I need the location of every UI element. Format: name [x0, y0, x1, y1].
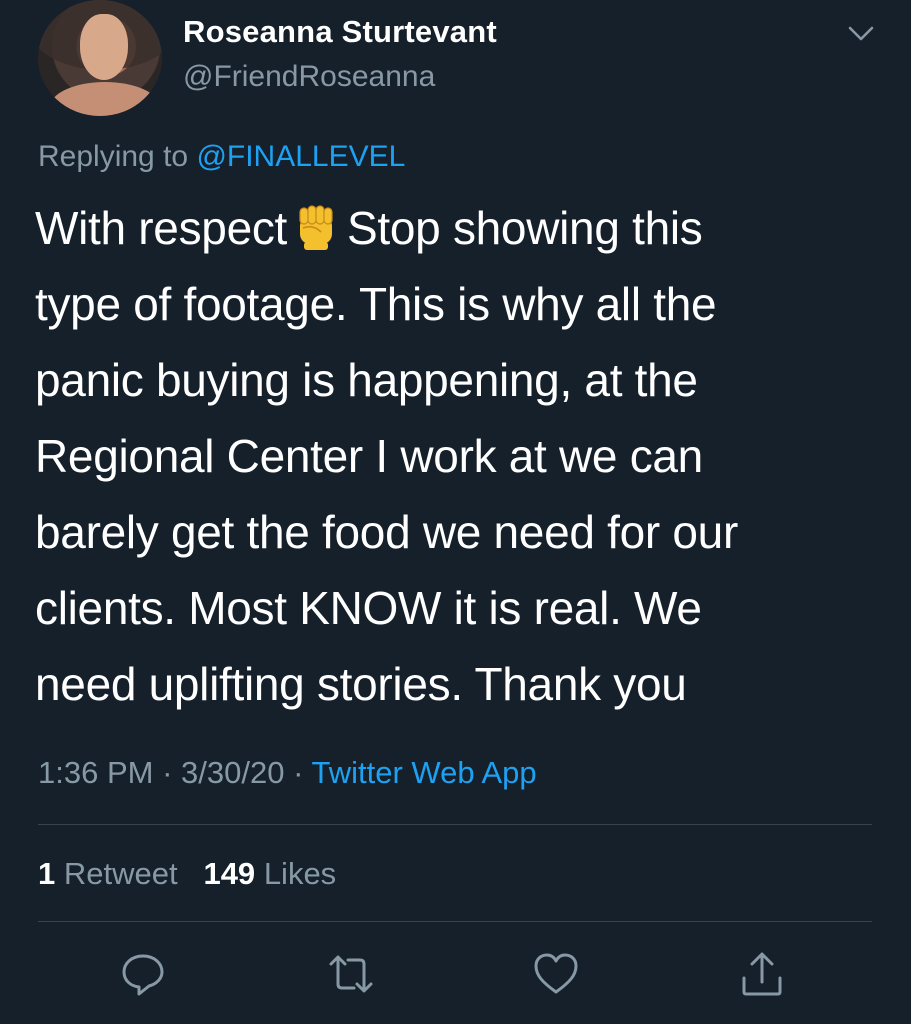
engagement-stats: 1 Retweet 149 Likes	[38, 856, 336, 892]
tweet-source-link[interactable]: Twitter Web App	[311, 755, 536, 790]
avatar[interactable]	[38, 0, 162, 116]
tweet-date: 3/30/20	[181, 755, 285, 790]
likes-stat[interactable]: 149 Likes	[203, 856, 336, 891]
retweet-label: Retweet	[63, 856, 178, 891]
tweet-text-start: With respect	[35, 202, 288, 254]
reply-icon[interactable]	[119, 950, 167, 998]
avatar-face	[80, 14, 128, 80]
replying-prefix: Replying to	[38, 140, 189, 173]
chevron-down-icon[interactable]	[846, 22, 876, 46]
like-count: 149	[203, 856, 256, 891]
divider	[38, 921, 872, 922]
retweets-stat[interactable]: 1 Retweet	[38, 856, 178, 891]
meta-separator: ·	[293, 755, 304, 790]
author-name[interactable]: Roseanna Sturtevant	[183, 14, 497, 50]
like-label: Likes	[263, 856, 337, 891]
replying-to: Replying to @FINALLEVEL	[38, 140, 405, 174]
tweet-text: With respect Stop showing this type of f…	[35, 190, 895, 722]
tweet-text-rest: Stop showing this type of footage. This …	[35, 202, 738, 710]
tweet-meta: 1:36 PM · 3/30/20 · Twitter Web App	[38, 755, 537, 791]
tweet-time: 1:36 PM	[38, 755, 154, 790]
meta-separator: ·	[162, 755, 173, 790]
avatar-shoulder	[50, 82, 160, 116]
raised-fist-emoji-icon	[299, 205, 333, 250]
retweet-icon[interactable]	[327, 950, 375, 998]
share-icon[interactable]	[738, 950, 786, 998]
author-handle[interactable]: @FriendRoseanna	[183, 60, 435, 94]
retweet-count: 1	[38, 856, 56, 891]
divider	[38, 824, 872, 825]
reply-mention-link[interactable]: @FINALLEVEL	[196, 140, 405, 173]
heart-icon[interactable]	[532, 950, 580, 998]
